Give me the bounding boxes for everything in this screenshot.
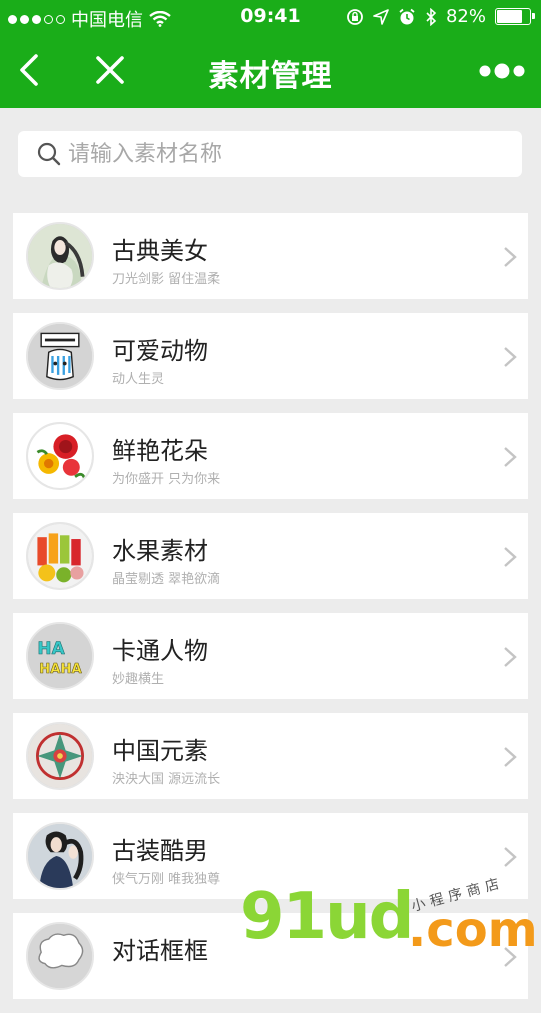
item-subtitle: 动人生灵 <box>112 372 165 387</box>
rotation-lock-icon <box>347 8 363 25</box>
chevron-right-icon <box>504 847 517 867</box>
site-watermark: 91ud .com 小程序商店 <box>240 875 540 960</box>
chevron-right-icon <box>504 347 517 367</box>
list-item-fruit[interactable]: 水果素材 晶莹剔透 翠艳欲滴 <box>13 513 528 599</box>
chevron-right-icon <box>504 547 517 567</box>
item-title: 古装酷男 <box>112 837 208 865</box>
fruit-thumb <box>26 522 94 590</box>
item-title: 古典美女 <box>112 237 208 265</box>
item-subtitle: 刀光剑影 留住温柔 <box>112 272 221 287</box>
more-options-icon[interactable] <box>477 58 527 84</box>
status-bar: 中国电信 09:41 82% <box>0 0 541 34</box>
list-item-flower[interactable]: 鲜艳花朵 为你盛开 只为你来 <box>13 413 528 499</box>
search-input[interactable] <box>66 140 490 168</box>
alarm-icon <box>399 8 415 24</box>
search-icon <box>37 142 61 166</box>
app-header: 中国电信 09:41 82% 素材管理 <box>0 0 541 108</box>
item-title: 卡通人物 <box>112 637 208 665</box>
item-subtitle: 妙趣横生 <box>112 672 165 687</box>
costume-man-thumb <box>26 822 94 890</box>
list-item-chinese-pattern[interactable]: 中国元素 泱泱大国 源远流长 <box>13 713 528 799</box>
svg-text:HA: HA <box>37 638 65 658</box>
item-title: 对话框框 <box>112 937 208 965</box>
item-subtitle: 泱泱大国 源远流长 <box>112 772 221 787</box>
classical-beauty-thumb <box>26 222 94 290</box>
chevron-right-icon <box>504 247 517 267</box>
item-title: 鲜艳花朵 <box>112 437 208 465</box>
search-bar <box>18 131 522 177</box>
watermark-main: 91ud <box>240 880 414 954</box>
item-subtitle: 晶莹剔透 翠艳欲滴 <box>112 572 221 587</box>
item-title: 水果素材 <box>112 537 208 565</box>
chevron-right-icon <box>504 447 517 467</box>
bluetooth-icon <box>426 7 437 26</box>
battery-level-fill <box>497 10 522 23</box>
chinese-pattern-thumb <box>26 722 94 790</box>
location-arrow-icon <box>373 8 389 25</box>
chevron-right-icon <box>504 647 517 667</box>
svg-text:HAHA: HAHA <box>39 662 82 677</box>
battery-percent: 82% <box>445 6 486 27</box>
page-title: 素材管理 <box>208 59 333 94</box>
speech-bubble-thumb <box>26 922 94 990</box>
status-right: 82% <box>346 6 535 27</box>
item-title: 可爱动物 <box>112 337 208 365</box>
list-item-classical-beauty[interactable]: 古典美女 刀光剑影 留住温柔 <box>13 213 528 299</box>
item-title: 中国元素 <box>112 737 208 765</box>
item-subtitle: 侠气万刚 唯我独尊 <box>112 872 221 887</box>
flower-thumb <box>26 422 94 490</box>
cartoon-thumb: HA HAHA <box>26 622 94 690</box>
list-item-cute-animal[interactable]: 可爱动物 动人生灵 <box>13 313 528 399</box>
cute-animal-thumb <box>26 322 94 390</box>
chevron-right-icon <box>504 747 517 767</box>
list-item-cartoon[interactable]: HA HAHA 卡通人物 妙趣横生 <box>13 613 528 699</box>
item-subtitle: 为你盛开 只为你来 <box>112 472 221 487</box>
battery-icon <box>495 8 535 25</box>
